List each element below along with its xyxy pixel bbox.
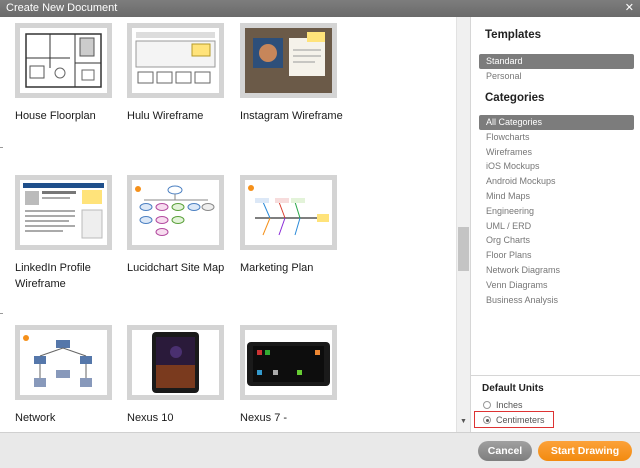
category-uml-erd[interactable]: UML / ERD xyxy=(479,219,634,234)
cancel-button[interactable]: Cancel xyxy=(478,441,532,461)
unit-option-inches[interactable]: Inches xyxy=(483,400,523,410)
templates-heading: Templates xyxy=(485,29,542,41)
site-map-thumbnail xyxy=(127,175,224,250)
dialog-footer: Cancel Start Drawing xyxy=(0,432,640,468)
radio-selected-icon[interactable] xyxy=(483,416,491,424)
template-lucidchart-site-map[interactable]: Lucidchart Site Map xyxy=(127,175,237,276)
category-venn-diagrams[interactable]: Venn Diagrams xyxy=(479,278,634,293)
network-thumbnail xyxy=(15,325,112,400)
units-heading: Default Units xyxy=(482,383,544,394)
template-label: Network xyxy=(15,412,56,424)
template-option-standard[interactable]: Standard xyxy=(479,54,634,69)
house-floorplan-thumbnail xyxy=(15,23,112,98)
linkedin-profile-thumbnail xyxy=(15,175,112,250)
template-nexus-10[interactable]: Nexus 10 xyxy=(127,325,237,426)
template-label: Marketing Plan xyxy=(240,262,314,274)
close-icon[interactable]: ✕ xyxy=(625,0,634,17)
sidebar: Templates Standard Personal Categories A… xyxy=(470,17,640,432)
hulu-wireframe-thumbnail xyxy=(127,23,224,98)
scroll-down-icon[interactable]: ▼ xyxy=(460,418,467,425)
template-linkedin-profile-wireframe[interactable]: LinkedIn Profile Wireframe xyxy=(15,175,125,292)
category-floor-plans[interactable]: Floor Plans xyxy=(479,248,634,263)
category-list: All Categories Flowcharts Wireframes iOS… xyxy=(479,115,634,307)
window-title: Create New Document xyxy=(6,2,118,14)
category-network-diagrams[interactable]: Network Diagrams xyxy=(479,263,634,278)
template-label: Lucidchart Site Map xyxy=(127,262,225,274)
category-business-analysis[interactable]: Business Analysis xyxy=(479,293,634,308)
categories-heading: Categories xyxy=(485,92,545,104)
scrollbar-thumb[interactable] xyxy=(458,227,469,271)
template-label: Nexus 10 xyxy=(127,412,174,424)
unit-label: Inches xyxy=(496,400,523,410)
marketing-plan-thumbnail xyxy=(240,175,337,250)
template-label: Instagram Wireframe xyxy=(240,110,343,122)
category-flowcharts[interactable]: Flowcharts xyxy=(479,130,634,145)
category-org-charts[interactable]: Org Charts xyxy=(479,233,634,248)
template-label: House Floorplan xyxy=(15,110,96,122)
category-ios-mockups[interactable]: iOS Mockups xyxy=(479,159,634,174)
template-nexus-7[interactable]: Nexus 7 - xyxy=(240,325,350,426)
category-mind-maps[interactable]: Mind Maps xyxy=(479,189,634,204)
template-source-list: Standard Personal xyxy=(479,54,634,84)
category-engineering[interactable]: Engineering xyxy=(479,204,634,219)
start-drawing-button[interactable]: Start Drawing xyxy=(538,441,632,461)
unit-option-centimeters[interactable]: Centimeters xyxy=(483,415,545,425)
default-units-panel: Default Units Inches Centimeters xyxy=(471,375,640,432)
edge-tick xyxy=(0,313,3,314)
category-wireframes[interactable]: Wireframes xyxy=(479,145,634,160)
unit-label: Centimeters xyxy=(496,415,545,425)
nexus-10-thumbnail xyxy=(127,325,224,400)
template-label: Hulu Wireframe xyxy=(127,110,204,122)
template-label: Nexus 7 - xyxy=(240,412,288,424)
template-instagram-wireframe[interactable]: Instagram Wireframe xyxy=(240,23,350,124)
template-house-floorplan[interactable]: House Floorplan xyxy=(15,23,125,124)
radio-unselected-icon[interactable] xyxy=(483,401,491,409)
instagram-wireframe-thumbnail xyxy=(240,23,337,98)
template-gallery: House Floorplan Hulu Wireframe Instagram… xyxy=(0,17,470,432)
gallery-scrollbar[interactable]: ▼ xyxy=(456,17,470,432)
template-marketing-plan[interactable]: Marketing Plan xyxy=(240,175,350,276)
category-android-mockups[interactable]: Android Mockups xyxy=(479,174,634,189)
template-label: LinkedIn Profile Wireframe xyxy=(15,262,91,290)
category-all[interactable]: All Categories xyxy=(479,115,634,130)
window-title-bar: Create New Document ✕ xyxy=(0,0,640,17)
template-option-personal[interactable]: Personal xyxy=(479,69,634,84)
template-hulu-wireframe[interactable]: Hulu Wireframe xyxy=(127,23,237,124)
template-network[interactable]: Network xyxy=(15,325,125,426)
nexus-7-thumbnail xyxy=(240,325,337,400)
edge-tick xyxy=(0,147,3,148)
